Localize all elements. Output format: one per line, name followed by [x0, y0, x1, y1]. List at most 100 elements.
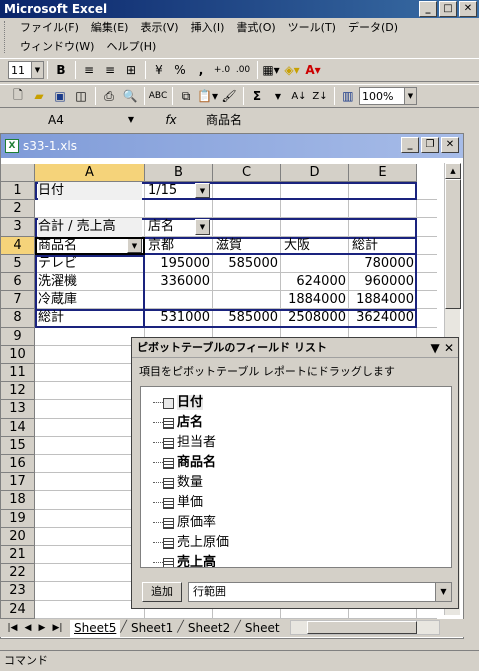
autosum-dropdown-icon[interactable]: ▼: [268, 86, 288, 106]
cell-c8[interactable]: 585000: [216, 309, 278, 327]
new-icon[interactable]: 🗋: [8, 86, 28, 106]
scroll-thumb[interactable]: [445, 179, 461, 309]
align-center-icon[interactable]: ≡: [100, 60, 120, 80]
row-header[interactable]: 17: [1, 473, 35, 492]
insert-function-icon[interactable]: fx: [140, 113, 202, 127]
cell-b8[interactable]: 531000: [148, 309, 210, 327]
pivot-field-item[interactable]: 原価率: [141, 513, 451, 533]
select-all-corner[interactable]: [1, 164, 35, 182]
column-header[interactable]: B: [145, 164, 213, 182]
cell-d8[interactable]: 2508000: [284, 309, 346, 327]
permission-icon[interactable]: ◫: [71, 86, 91, 106]
open-icon[interactable]: ▰: [29, 86, 49, 106]
sheet-tab[interactable]: Sheet: [241, 620, 284, 637]
decrease-decimal-button[interactable]: .00: [233, 60, 253, 80]
pivot-field-item[interactable]: 店名: [141, 413, 451, 433]
pivot-field-item[interactable]: 担当者: [141, 433, 451, 453]
menu-item-1[interactable]: ファイル(F): [14, 19, 85, 36]
cell-a8[interactable]: 総計: [38, 309, 142, 327]
store-filter-dropdown[interactable]: ▼: [195, 219, 210, 235]
row-header[interactable]: 14: [1, 418, 35, 437]
row-header[interactable]: 20: [1, 527, 35, 546]
row-header[interactable]: 6: [1, 273, 35, 292]
last-sheet-icon[interactable]: ▶|: [52, 623, 62, 633]
pivot-field-item[interactable]: 売上原価: [141, 533, 451, 553]
first-sheet-icon[interactable]: |◀: [8, 623, 18, 633]
column-header[interactable]: E: [349, 164, 417, 182]
menu-item-4[interactable]: 挿入(I): [185, 19, 231, 36]
currency-icon[interactable]: ¥: [149, 60, 169, 80]
cell-e5[interactable]: 780000: [352, 255, 414, 273]
pivot-field-item[interactable]: 売上高: [141, 553, 451, 567]
column-header[interactable]: A: [35, 164, 145, 182]
menu-item-6[interactable]: ツール(T): [282, 19, 342, 36]
sheet-tab[interactable]: Sheet1: [127, 620, 177, 637]
pivot-field-item[interactable]: 日付: [141, 393, 451, 413]
row-header[interactable]: 22: [1, 564, 35, 583]
spelling-icon[interactable]: ABC: [148, 86, 168, 106]
formula-input[interactable]: 商品名: [202, 111, 479, 129]
print-icon[interactable]: ⎙: [99, 86, 119, 106]
cell-c5[interactable]: 585000: [216, 255, 278, 273]
wb-minimize-button[interactable]: _: [401, 137, 419, 153]
wb-restore-button[interactable]: ❐: [421, 137, 439, 153]
cell-a3[interactable]: 合計 / 売上高: [38, 218, 142, 237]
cell-d7[interactable]: 1884000: [284, 291, 346, 309]
product-filter-dropdown[interactable]: ▼: [127, 237, 142, 253]
row-header[interactable]: 12: [1, 382, 35, 401]
row-header[interactable]: 21: [1, 546, 35, 565]
cell-d4[interactable]: 大阪: [284, 237, 346, 255]
row-header[interactable]: 1: [1, 182, 35, 201]
pivot-field-item[interactable]: 商品名: [141, 453, 451, 473]
menu-item-1[interactable]: ウィンドウ(W): [14, 38, 100, 55]
next-sheet-icon[interactable]: ▶: [39, 623, 46, 633]
save-icon[interactable]: ▣: [50, 86, 70, 106]
row-header[interactable]: 10: [1, 345, 35, 364]
menu-item-3[interactable]: 表示(V): [134, 19, 184, 36]
prev-sheet-icon[interactable]: ◀: [25, 623, 32, 633]
maximize-button[interactable]: □: [439, 1, 457, 17]
row-header[interactable]: 8: [1, 309, 35, 328]
row-header[interactable]: 11: [1, 364, 35, 383]
row-header[interactable]: 13: [1, 400, 35, 419]
name-box[interactable]: A4 ▼: [0, 111, 140, 129]
cell-c4[interactable]: 滋賀: [216, 237, 278, 255]
paste-icon[interactable]: 📋▾: [197, 86, 218, 106]
close-button[interactable]: ✕: [459, 1, 477, 17]
row-header[interactable]: 18: [1, 491, 35, 510]
font-color-icon[interactable]: A▾: [303, 60, 323, 80]
format-painter-icon[interactable]: 🖌: [219, 86, 239, 106]
copy-icon[interactable]: ⧉: [176, 86, 196, 106]
cell-e4[interactable]: 総計: [352, 237, 414, 255]
pivot-field-item[interactable]: 単価: [141, 493, 451, 513]
zoom-select[interactable]: 100% ▼: [358, 87, 417, 105]
row-header[interactable]: 3: [1, 218, 35, 237]
merge-center-icon[interactable]: ⊞: [121, 60, 141, 80]
cell-a1[interactable]: 日付: [38, 182, 142, 201]
sort-ascending-icon[interactable]: A↓: [289, 86, 309, 106]
font-size-select[interactable]: 11 ▼: [8, 61, 44, 79]
minimize-button[interactable]: _: [419, 1, 437, 17]
bold-button[interactable]: B: [51, 60, 71, 80]
column-header[interactable]: D: [281, 164, 349, 182]
cell-e7[interactable]: 1884000: [352, 291, 414, 309]
date-filter-dropdown[interactable]: ▼: [195, 183, 210, 199]
scroll-up-icon[interactable]: ▲: [445, 163, 461, 179]
row-header[interactable]: 15: [1, 436, 35, 455]
add-field-button[interactable]: 追加: [142, 582, 182, 602]
panel-menu-icon[interactable]: ▼: [431, 341, 440, 355]
row-header[interactable]: 2: [1, 200, 35, 219]
cell-b5[interactable]: 195000: [148, 255, 210, 273]
percent-button[interactable]: %: [170, 60, 190, 80]
increase-decimal-button[interactable]: +.0: [212, 60, 232, 80]
row-header[interactable]: 24: [1, 600, 35, 619]
row-header[interactable]: 4: [1, 236, 35, 255]
cell-a5[interactable]: テレビ: [38, 255, 142, 273]
add-target-select[interactable]: 行範囲 ▼: [188, 582, 452, 602]
menu-item-5[interactable]: 書式(O): [230, 19, 281, 36]
sort-descending-icon[interactable]: Z↓: [310, 86, 330, 106]
cell-a6[interactable]: 洗濯機: [38, 273, 142, 291]
column-header[interactable]: C: [213, 164, 281, 182]
menu-item-2[interactable]: ヘルプ(H): [100, 38, 162, 55]
cell-e8[interactable]: 3624000: [352, 309, 414, 327]
